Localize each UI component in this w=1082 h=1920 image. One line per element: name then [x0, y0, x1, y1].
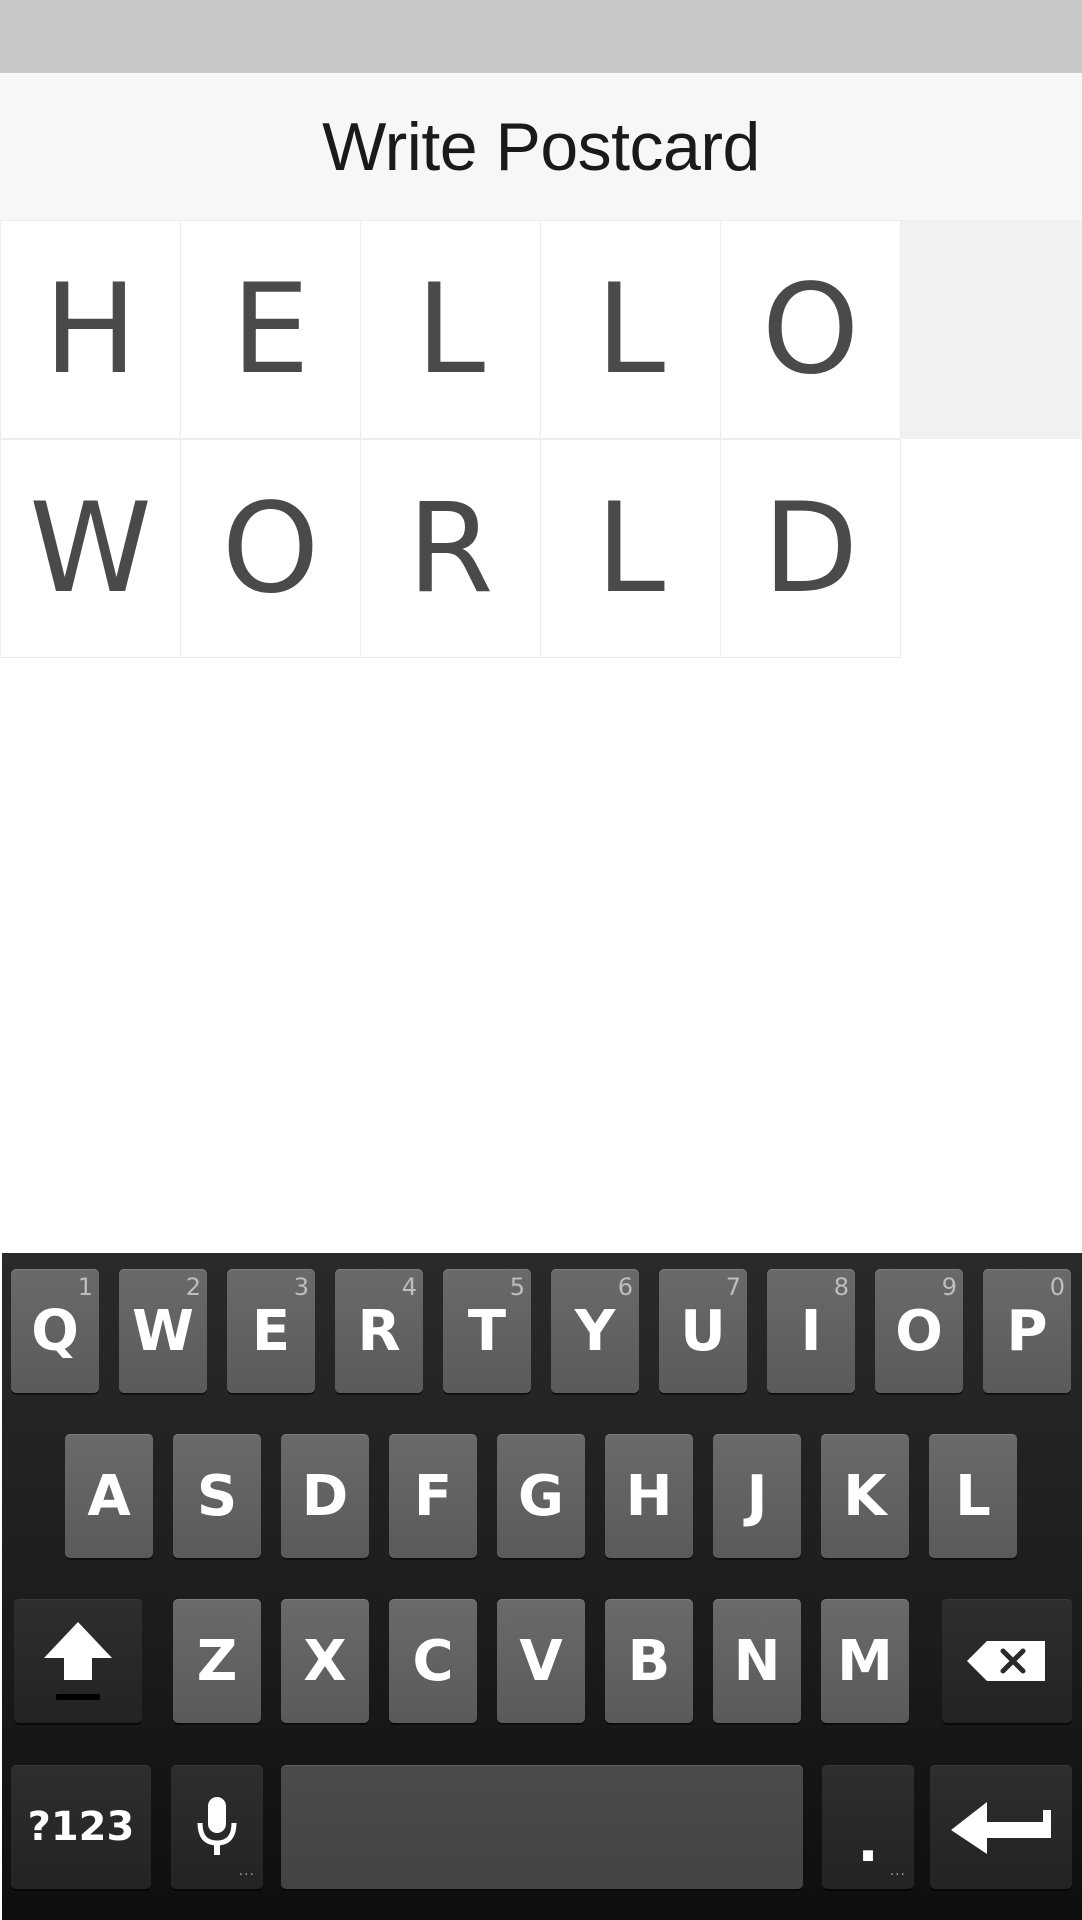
letter-tile[interactable]: H	[0, 220, 181, 439]
postcard-row-1: H E L L O	[0, 220, 1082, 439]
shift-arrow-icon	[40, 1618, 116, 1704]
key-hint: 4	[401, 1273, 417, 1301]
more-options-dots: ···	[238, 1867, 255, 1883]
backspace-icon	[965, 1639, 1049, 1683]
empty-tile-slot[interactable]	[901, 220, 1082, 439]
key-t[interactable]: T5	[443, 1269, 531, 1393]
letter-tile[interactable]: L	[540, 220, 721, 439]
period-key-label: .	[857, 1809, 879, 1875]
key-label: T	[467, 1298, 507, 1364]
key-label: Q	[31, 1298, 79, 1364]
key-label: E	[251, 1298, 291, 1364]
key-label: R	[357, 1298, 401, 1364]
symbols-key-label: ?123	[27, 1804, 135, 1850]
key-r[interactable]: R4	[335, 1269, 423, 1393]
key-p[interactable]: P0	[983, 1269, 1071, 1393]
letter-tile[interactable]: O	[180, 439, 361, 658]
key-w[interactable]: W2	[119, 1269, 207, 1393]
microphone-key[interactable]: ···	[171, 1765, 263, 1889]
letter-tile[interactable]: W	[0, 439, 181, 658]
enter-key[interactable]	[930, 1765, 1072, 1889]
page-title: Write Postcard	[322, 108, 760, 185]
key-label: O	[895, 1298, 943, 1364]
key-hint: 9	[941, 1273, 957, 1301]
key-hint: 8	[833, 1273, 849, 1301]
shift-key[interactable]	[14, 1599, 142, 1723]
key-y[interactable]: Y6	[551, 1269, 639, 1393]
key-n[interactable]: N	[713, 1599, 801, 1723]
key-q[interactable]: Q1	[11, 1269, 99, 1393]
key-b[interactable]: B	[605, 1599, 693, 1723]
postcard-row-2: W O R L D	[0, 439, 1082, 658]
key-s[interactable]: S	[173, 1434, 261, 1558]
backspace-key[interactable]	[942, 1599, 1072, 1723]
key-z[interactable]: Z	[173, 1599, 261, 1723]
key-a[interactable]: A	[65, 1434, 153, 1558]
key-g[interactable]: G	[497, 1434, 585, 1558]
letter-tile[interactable]: D	[720, 439, 901, 658]
key-k[interactable]: K	[821, 1434, 909, 1558]
title-bar: Write Postcard	[0, 73, 1082, 220]
key-hint: 1	[77, 1273, 93, 1301]
key-d[interactable]: D	[281, 1434, 369, 1558]
key-label: P	[1006, 1298, 1048, 1364]
key-label: W	[132, 1298, 194, 1364]
key-c[interactable]: C	[389, 1599, 477, 1723]
key-label: Y	[574, 1298, 616, 1364]
enter-arrow-icon	[949, 1798, 1053, 1856]
key-u[interactable]: U7	[659, 1269, 747, 1393]
soft-keyboard: Q1 W2 E3 R4 T5 Y6 U7 I8 O9 P0 A S D F G …	[2, 1253, 1082, 1920]
key-hint: 2	[185, 1273, 201, 1301]
microphone-icon	[195, 1795, 239, 1859]
key-label: U	[680, 1298, 726, 1364]
key-hint: 5	[509, 1273, 525, 1301]
key-f[interactable]: F	[389, 1434, 477, 1558]
status-bar	[0, 0, 1082, 73]
letter-tile[interactable]: E	[180, 220, 361, 439]
key-i[interactable]: I8	[767, 1269, 855, 1393]
key-m[interactable]: M	[821, 1599, 909, 1723]
key-x[interactable]: X	[281, 1599, 369, 1723]
key-e[interactable]: E3	[227, 1269, 315, 1393]
period-key[interactable]: . ···	[822, 1765, 914, 1889]
letter-tile[interactable]: O	[720, 220, 901, 439]
letter-tile[interactable]: L	[360, 220, 541, 439]
key-hint: 0	[1049, 1273, 1065, 1301]
letter-tile[interactable]: L	[540, 439, 721, 658]
more-options-dots: ···	[889, 1867, 906, 1883]
space-bar[interactable]	[281, 1765, 803, 1889]
key-v[interactable]: V	[497, 1599, 585, 1723]
key-j[interactable]: J	[713, 1434, 801, 1558]
key-label: I	[800, 1298, 822, 1364]
key-hint: 6	[617, 1273, 633, 1301]
key-h[interactable]: H	[605, 1434, 693, 1558]
key-hint: 7	[725, 1273, 741, 1301]
symbols-key[interactable]: ?123	[11, 1765, 151, 1889]
key-o[interactable]: O9	[875, 1269, 963, 1393]
key-hint: 3	[293, 1273, 309, 1301]
key-l[interactable]: L	[929, 1434, 1017, 1558]
letter-tile[interactable]: R	[360, 439, 541, 658]
